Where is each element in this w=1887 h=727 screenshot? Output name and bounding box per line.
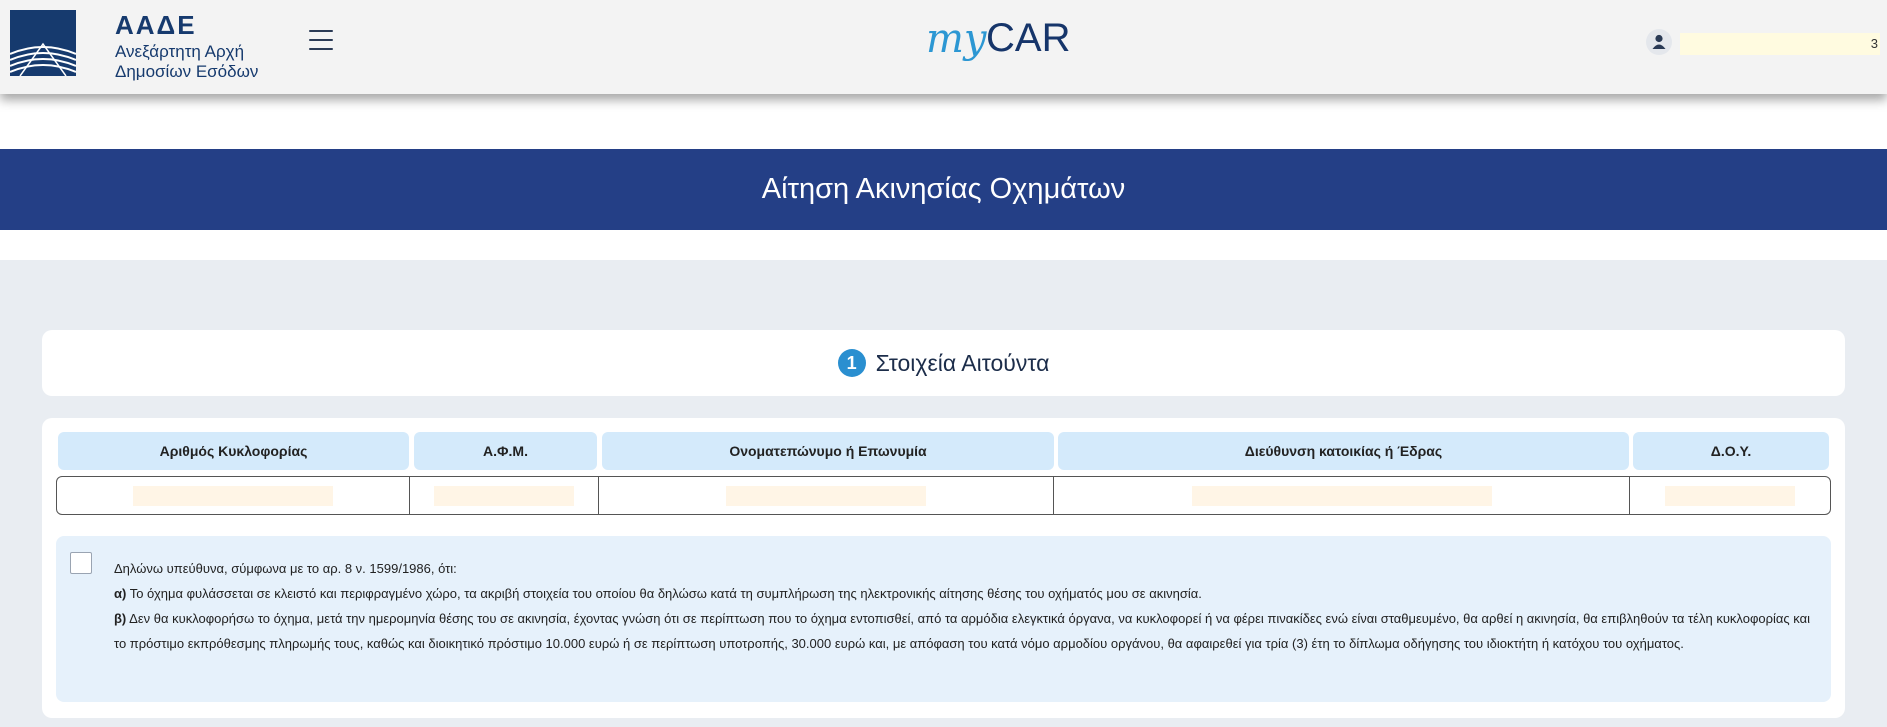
redacted-value xyxy=(133,485,333,506)
brand-my: my xyxy=(926,16,987,62)
step-title: 1 Στοιχεία Αιτούντα xyxy=(42,330,1845,396)
column-header-doy: Δ.Ο.Υ. xyxy=(1633,432,1829,470)
declaration-a-label: α) xyxy=(114,586,127,601)
brand-car: CAR xyxy=(986,16,1071,60)
top-header: ΑΑΔΕ Ανεξάρτητη Αρχή Δημοσίων Εσόδων my … xyxy=(0,0,1887,94)
cell-afm xyxy=(410,477,599,514)
declaration-text: Δηλώνω υπεύθυνα, σύμφωνα με το αρ. 8 ν. … xyxy=(114,556,1814,656)
table-row xyxy=(56,476,1831,515)
redacted-value xyxy=(434,485,574,506)
column-header-address: Διεύθυνση κατοικίας ή Έδρας xyxy=(1058,432,1629,470)
responsible-declaration-box: Δηλώνω υπεύθυνα, σύμφωνα με το αρ. 8 ν. … xyxy=(56,536,1831,702)
logo-title: ΑΑΔΕ xyxy=(115,10,197,40)
step-label: Στοιχεία Αιτούντα xyxy=(875,349,1050,376)
page-title: Αίτηση Ακινησίας Οχημάτων xyxy=(0,149,1887,230)
logo-subtitle-line1: Ανεξάρτητη Αρχή xyxy=(115,42,245,61)
cell-name xyxy=(599,477,1054,514)
user-icon[interactable] xyxy=(1646,29,1672,55)
user-name[interactable]: 3 xyxy=(1680,33,1880,55)
declaration-item-a: α) Το όχημα φυλάσσεται σε κλειστό και πε… xyxy=(114,581,1814,606)
column-header-registration-number: Αριθμός Κυκλοφορίας xyxy=(58,432,409,470)
declaration-checkbox[interactable] xyxy=(70,552,92,574)
applicant-details-card: Αριθμός Κυκλοφορίας Α.Φ.Μ. Ονοματεπώνυμο… xyxy=(42,418,1845,718)
declaration-b-label: β) xyxy=(114,611,127,626)
declaration-item-b: β) Δεν θα κυκλοφορήσω το όχημα, μετά την… xyxy=(114,606,1814,656)
step-number-badge: 1 xyxy=(837,349,866,377)
column-header-afm: Α.Φ.Μ. xyxy=(414,432,597,470)
column-header-name: Ονοματεπώνυμο ή Επωνυμία xyxy=(602,432,1054,470)
declaration-intro: Δηλώνω υπεύθυνα, σύμφωνα με το αρ. 8 ν. … xyxy=(114,561,457,576)
cell-address xyxy=(1054,477,1630,514)
redacted-value xyxy=(726,485,926,506)
declaration-b-text: Δεν θα κυκλοφορήσω το όχημα, μετά την ημ… xyxy=(114,611,1811,651)
redacted-value xyxy=(1665,485,1795,506)
step-card: 1 Στοιχεία Αιτούντα xyxy=(42,330,1845,396)
cell-doy xyxy=(1630,477,1830,514)
logo-subtitle-line2: Δημοσίων Εσόδων xyxy=(115,62,259,81)
aade-logo-icon[interactable] xyxy=(10,10,76,76)
declaration-a-text: Το όχημα φυλάσσεται σε κλειστό και περιφ… xyxy=(126,586,1202,601)
menu-icon[interactable] xyxy=(309,30,335,52)
redacted-value xyxy=(1191,485,1492,506)
cell-registration-number xyxy=(57,477,410,514)
